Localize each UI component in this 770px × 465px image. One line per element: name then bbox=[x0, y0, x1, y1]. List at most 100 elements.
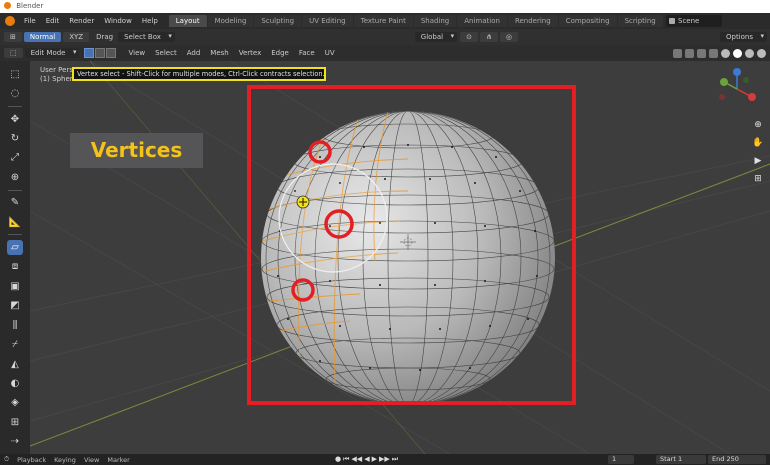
inset-tool-icon[interactable]: ▣ bbox=[7, 279, 23, 293]
overlay-toggle-icon[interactable] bbox=[697, 48, 706, 58]
menu-uv[interactable]: UV bbox=[320, 49, 340, 57]
material-shading-icon[interactable] bbox=[745, 48, 754, 58]
face-select-icon[interactable] bbox=[106, 48, 117, 58]
perspective-grid-icon[interactable]: ⊞ bbox=[752, 173, 764, 185]
camera-icon[interactable]: ▶ bbox=[752, 155, 764, 167]
shrink-tool-icon[interactable]: ⊞ bbox=[7, 415, 23, 429]
menu-vertex[interactable]: Vertex bbox=[234, 49, 267, 57]
edge-select-icon[interactable] bbox=[95, 48, 106, 58]
tab-uv-editing[interactable]: UV Editing bbox=[302, 15, 353, 27]
scene-name: Scene bbox=[678, 17, 700, 25]
tab-scripting[interactable]: Scripting bbox=[617, 15, 663, 27]
view-object-types-icon[interactable] bbox=[673, 48, 682, 58]
knife-tool-icon[interactable]: ⌿ bbox=[7, 337, 23, 351]
tab-rendering[interactable]: Rendering bbox=[507, 15, 558, 27]
tool-separator bbox=[8, 234, 22, 236]
wireframe-shading-icon[interactable] bbox=[721, 48, 730, 58]
smooth-tool-icon[interactable]: ◈ bbox=[7, 396, 23, 410]
jump-end-icon[interactable]: ⏭ bbox=[392, 455, 398, 464]
menu-render[interactable]: Render bbox=[64, 17, 99, 25]
select-mode-group bbox=[84, 48, 117, 58]
vertex-select-icon[interactable] bbox=[84, 48, 95, 58]
record-icon[interactable]: ● bbox=[335, 455, 341, 464]
menu-help[interactable]: Help bbox=[137, 17, 163, 25]
menu-file[interactable]: File bbox=[19, 17, 41, 25]
rotate-tool-icon[interactable]: ↻ bbox=[7, 131, 23, 145]
workspace-tabs: Layout Modeling Sculpting UV Editing Tex… bbox=[168, 15, 664, 27]
scene-selector[interactable]: Scene bbox=[666, 15, 722, 27]
editor-type-button[interactable]: ⊞ bbox=[4, 32, 22, 42]
play-reverse-icon[interactable]: ◀ bbox=[364, 455, 369, 464]
jump-start-icon[interactable]: ⏮ bbox=[343, 455, 349, 464]
xray-toggle-icon[interactable] bbox=[709, 48, 718, 58]
menu-edit[interactable]: Edit bbox=[41, 17, 65, 25]
spin-tool-icon[interactable]: ◐ bbox=[7, 376, 23, 390]
z-axis-gizmo-icon[interactable] bbox=[733, 68, 741, 76]
menu-view[interactable]: View bbox=[123, 49, 150, 57]
loop-cut-tool-icon[interactable]: ⫼ bbox=[7, 318, 23, 332]
annotate-tool-icon[interactable]: ✎ bbox=[7, 195, 23, 209]
options-dropdown[interactable]: Options bbox=[719, 32, 767, 42]
cursor-tool-icon[interactable]: ◌ bbox=[7, 86, 23, 100]
playback-menu[interactable]: Playback bbox=[17, 456, 46, 464]
current-frame-field[interactable]: 1 bbox=[608, 455, 634, 464]
navigation-gizmo[interactable] bbox=[719, 68, 756, 101]
end-frame-field[interactable]: End 250 bbox=[708, 455, 766, 464]
tab-layout[interactable]: Layout bbox=[168, 15, 207, 27]
menu-edge[interactable]: Edge bbox=[266, 49, 294, 57]
select-box-tool-icon[interactable]: ⬚ bbox=[7, 67, 23, 81]
menu-select[interactable]: Select bbox=[150, 49, 182, 57]
pivot-point-button[interactable]: ⊙ bbox=[460, 32, 478, 42]
solid-shading-icon[interactable] bbox=[733, 48, 742, 58]
menu-face[interactable]: Face bbox=[294, 49, 320, 57]
transform-orientation-dropdown[interactable]: Global bbox=[414, 32, 458, 42]
3d-viewport[interactable] bbox=[30, 61, 770, 454]
poly-build-tool-icon[interactable]: ◭ bbox=[7, 357, 23, 371]
menu-mesh[interactable]: Mesh bbox=[205, 49, 233, 57]
measure-tool-icon[interactable]: 📐 bbox=[7, 215, 23, 229]
orientation-xyz-button[interactable]: XYZ bbox=[63, 32, 90, 42]
prev-keyframe-icon[interactable]: ◀◀ bbox=[351, 455, 362, 464]
tab-modeling[interactable]: Modeling bbox=[207, 15, 254, 27]
window-titlebar: Blender bbox=[0, 0, 770, 13]
gizmo-toggle-icon[interactable] bbox=[685, 48, 694, 58]
snap-button[interactable]: ⋔ bbox=[480, 32, 498, 42]
start-frame-field[interactable]: Start 1 bbox=[656, 455, 706, 464]
next-keyframe-icon[interactable]: ▶▶ bbox=[379, 455, 390, 464]
view-menu[interactable]: View bbox=[84, 456, 99, 464]
menu-window[interactable]: Window bbox=[99, 17, 137, 25]
move-tool-icon[interactable]: ✥ bbox=[7, 112, 23, 126]
viewport-scene bbox=[30, 61, 770, 454]
start-value: 1 bbox=[677, 455, 683, 463]
play-icon[interactable]: ▶ bbox=[372, 455, 377, 464]
transform-tool-icon[interactable]: ⊕ bbox=[7, 170, 23, 184]
timeline-editor-icon[interactable]: ⏱ bbox=[4, 455, 9, 464]
tab-shading[interactable]: Shading bbox=[413, 15, 457, 27]
rip-tool-icon[interactable]: ⇢ bbox=[7, 435, 23, 449]
viewport-editor-icon[interactable]: ⬚ bbox=[4, 48, 23, 58]
orientation-normal-button[interactable]: Normal bbox=[23, 32, 62, 42]
select-box-dropdown[interactable]: Select Box bbox=[118, 32, 175, 42]
tab-compositing[interactable]: Compositing bbox=[558, 15, 617, 27]
tab-texture-paint[interactable]: Texture Paint bbox=[353, 15, 413, 27]
mode-dropdown[interactable]: Edit Mode bbox=[24, 48, 80, 58]
rendered-shading-icon[interactable] bbox=[757, 48, 766, 58]
add-cube-tool-icon[interactable]: ▱ bbox=[7, 240, 23, 255]
y-axis-gizmo-icon[interactable] bbox=[720, 78, 728, 86]
marker-menu[interactable]: Marker bbox=[107, 456, 129, 464]
menu-add[interactable]: Add bbox=[182, 49, 206, 57]
keying-menu[interactable]: Keying bbox=[54, 456, 76, 464]
end-label: End bbox=[712, 455, 725, 463]
playback-controls: ● ⏮ ◀◀ ◀ ▶ ▶▶ ⏭ bbox=[335, 455, 398, 464]
bevel-tool-icon[interactable]: ◩ bbox=[7, 299, 23, 313]
x-axis-gizmo-icon[interactable] bbox=[748, 93, 756, 101]
tab-sculpting[interactable]: Sculpting bbox=[254, 15, 302, 27]
window-title: Blender bbox=[16, 2, 44, 10]
pan-hand-icon[interactable]: ✋ bbox=[752, 137, 764, 149]
proportional-edit-button[interactable]: ◎ bbox=[499, 32, 518, 42]
blender-menu-icon[interactable] bbox=[5, 16, 15, 26]
scale-tool-icon[interactable]: ⤢ bbox=[7, 151, 23, 165]
tab-animation[interactable]: Animation bbox=[457, 15, 507, 27]
extrude-tool-icon[interactable]: ⧈ bbox=[7, 260, 23, 274]
zoom-icon[interactable]: ⊕ bbox=[752, 119, 764, 131]
